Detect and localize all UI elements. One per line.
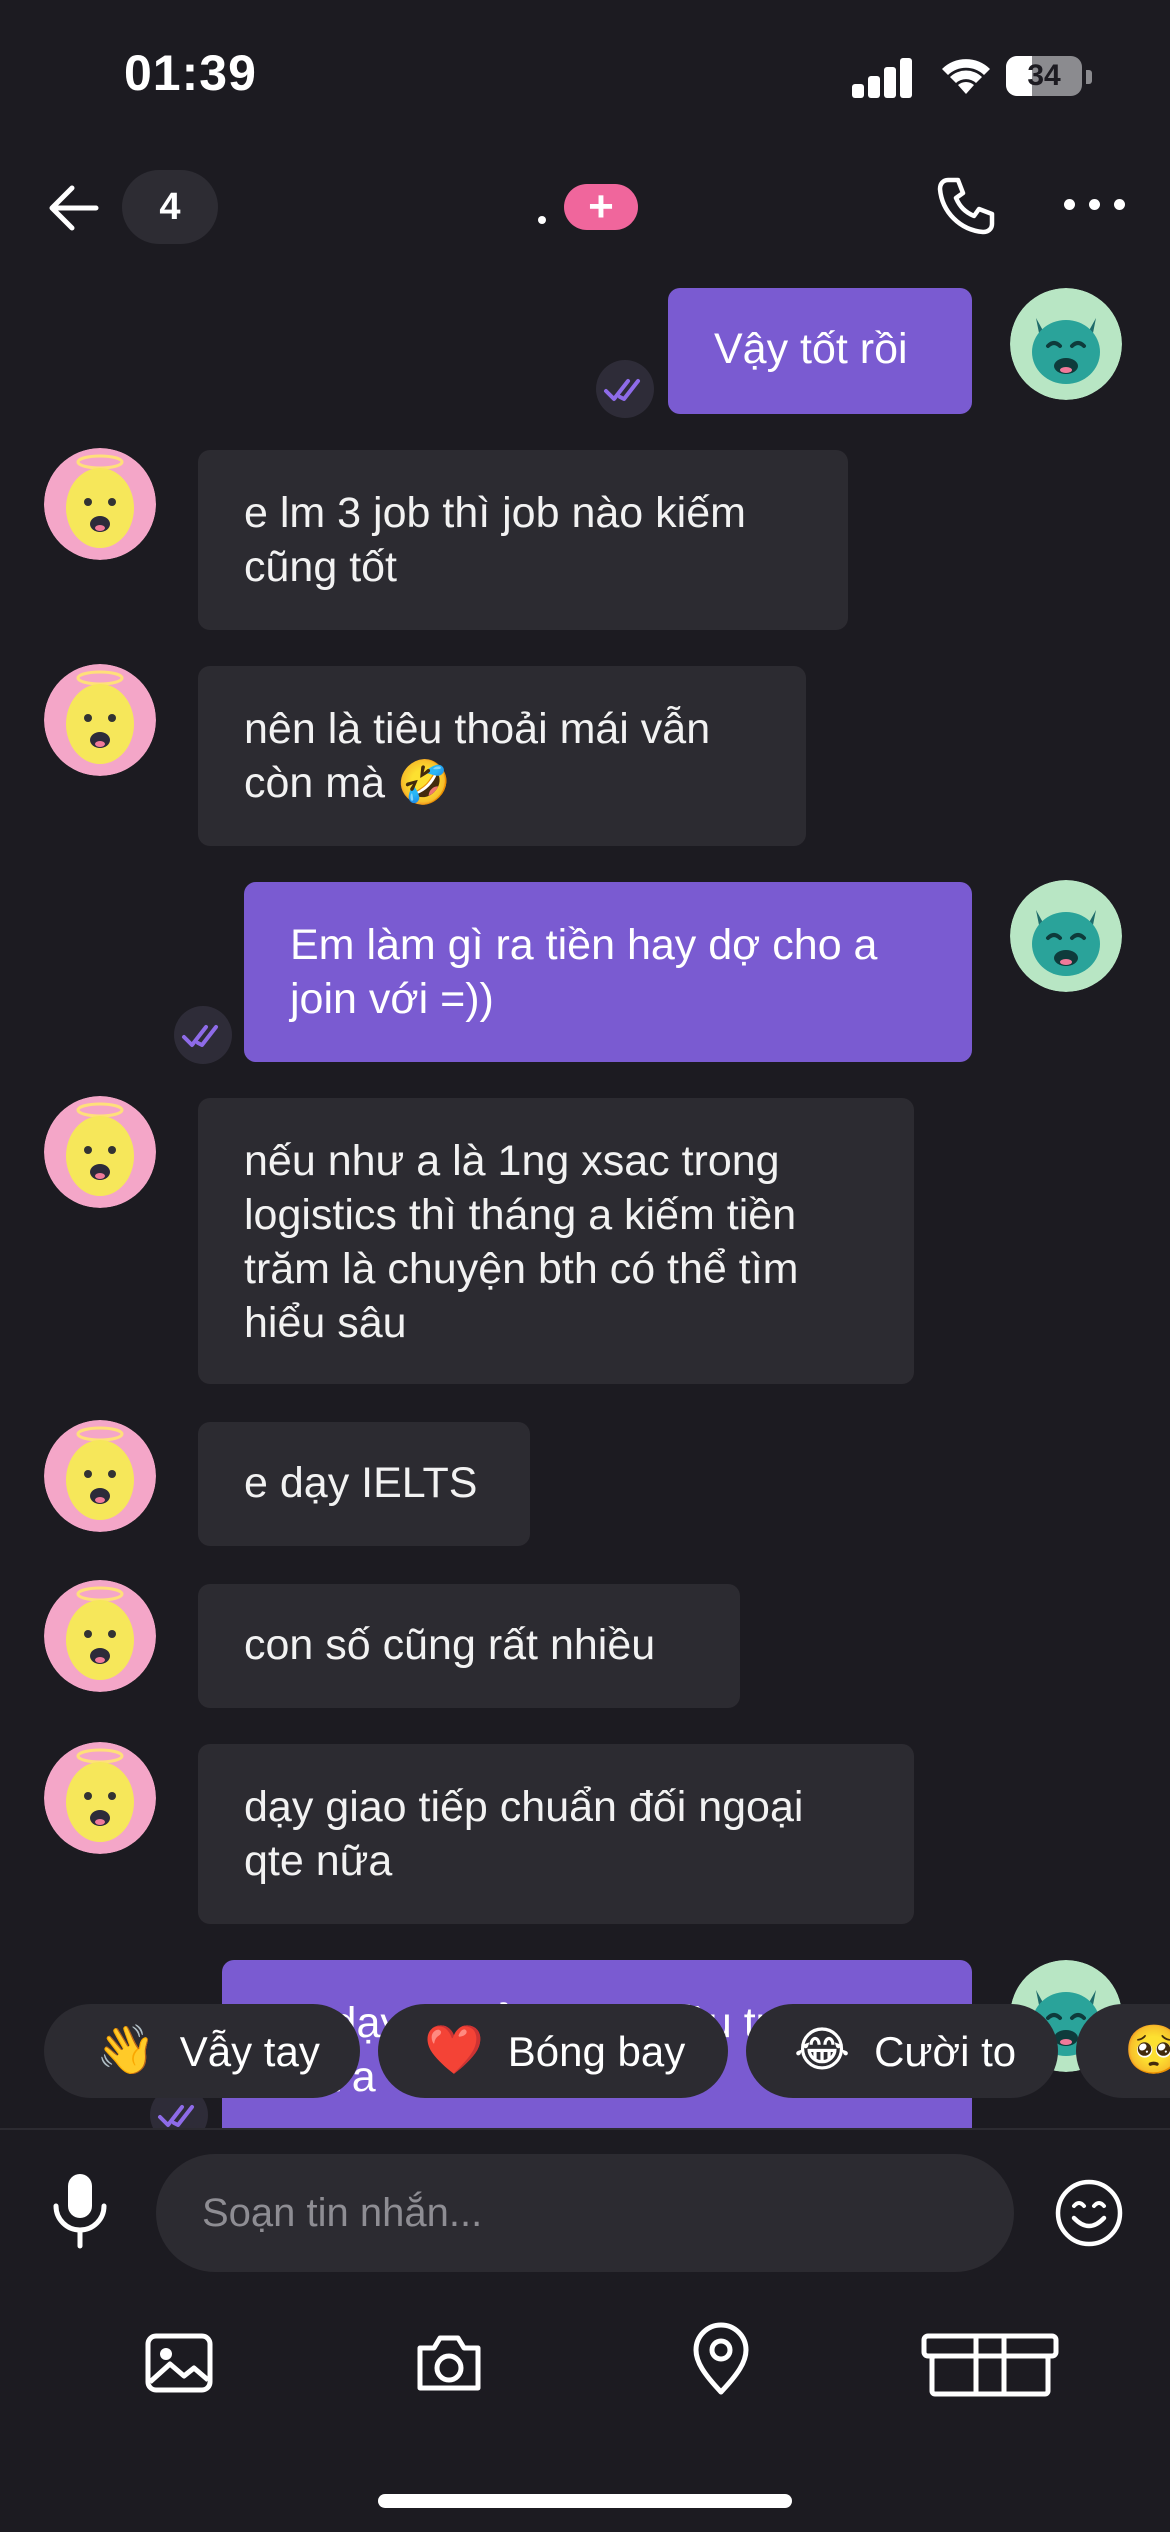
avatar-self[interactable]	[1010, 880, 1122, 992]
battery-tip	[1086, 70, 1092, 84]
message-bubble-incoming[interactable]: e lm 3 job thì job nào kiếm cũng tốt	[198, 450, 848, 630]
message-bubble-outgoing[interactable]: Vậy tốt rồi	[668, 288, 972, 414]
home-indicator	[378, 2494, 792, 2508]
phone-icon[interactable]	[934, 174, 998, 238]
contact-name-dot	[538, 216, 546, 224]
message-bubble-incoming[interactable]: con số cũng rất nhiều	[198, 1584, 740, 1708]
status-time: 01:39	[124, 45, 257, 101]
camera-icon[interactable]	[412, 2326, 486, 2400]
wave-emoji: 👋	[96, 2024, 156, 2077]
microphone-icon[interactable]	[46, 2170, 114, 2250]
heart-emoji: ❤️	[424, 2024, 484, 2077]
battery-icon: 34	[1006, 56, 1082, 96]
reaction-chip-heart[interactable]: ❤️ Bóng bay	[378, 2004, 728, 2098]
avatar-contact[interactable]	[44, 1580, 156, 1692]
message-bubble-incoming[interactable]: e dạy IELTS	[198, 1422, 530, 1546]
composer-divider	[0, 2128, 1170, 2130]
pleading-emoji: 🥺	[1124, 2024, 1170, 2077]
avatar-contact[interactable]	[44, 1420, 156, 1532]
read-receipt-icon	[174, 1006, 232, 1064]
plus-badge[interactable]: +	[564, 184, 638, 230]
avatar-contact[interactable]	[44, 664, 156, 776]
message-bubble-incoming[interactable]: nên là tiêu thoải mái vẫn còn mà 🤣	[198, 666, 806, 846]
emoji-smile-icon[interactable]	[1054, 2178, 1124, 2248]
reaction-chip-wave[interactable]: 👋 Vẫy tay	[44, 2004, 360, 2098]
more-horizontal-icon[interactable]	[1064, 196, 1126, 214]
message-bubble-incoming[interactable]: dạy giao tiếp chuẩn đối ngoại qte nữa	[198, 1744, 914, 1924]
battery-level: 34	[1027, 59, 1061, 92]
avatar-contact[interactable]	[44, 1096, 156, 1208]
message-bubble-incoming[interactable]: nếu như a là 1ng xsac trong logistics th…	[198, 1098, 914, 1384]
message-bubble-outgoing[interactable]: Em làm gì ra tiền hay dợ cho a join với …	[244, 882, 972, 1062]
laugh-emoji: 😂	[794, 2024, 851, 2077]
avatar-contact[interactable]	[44, 448, 156, 560]
wifi-icon	[942, 59, 990, 94]
image-icon[interactable]	[142, 2326, 216, 2400]
reaction-chip-laugh[interactable]: 😂 Cười to	[746, 2004, 1058, 2098]
location-pin-icon[interactable]	[684, 2322, 758, 2396]
reaction-label: Bóng bay	[507, 2028, 686, 2075]
reaction-label: Vẫy tay	[179, 2028, 320, 2075]
gift-icon[interactable]	[920, 2326, 1060, 2400]
read-receipt-icon	[596, 360, 654, 418]
unread-count-badge[interactable]: 4	[122, 170, 218, 244]
avatar-contact[interactable]	[44, 1742, 156, 1854]
reaction-chip-pleading[interactable]: 🥺	[1076, 2004, 1170, 2098]
cellular-signal-icon	[852, 56, 914, 98]
reaction-label: Cười to	[874, 2028, 1017, 2075]
arrow-left-icon[interactable]	[44, 178, 104, 238]
message-input[interactable]	[156, 2154, 1014, 2272]
avatar-self[interactable]	[1010, 288, 1122, 400]
